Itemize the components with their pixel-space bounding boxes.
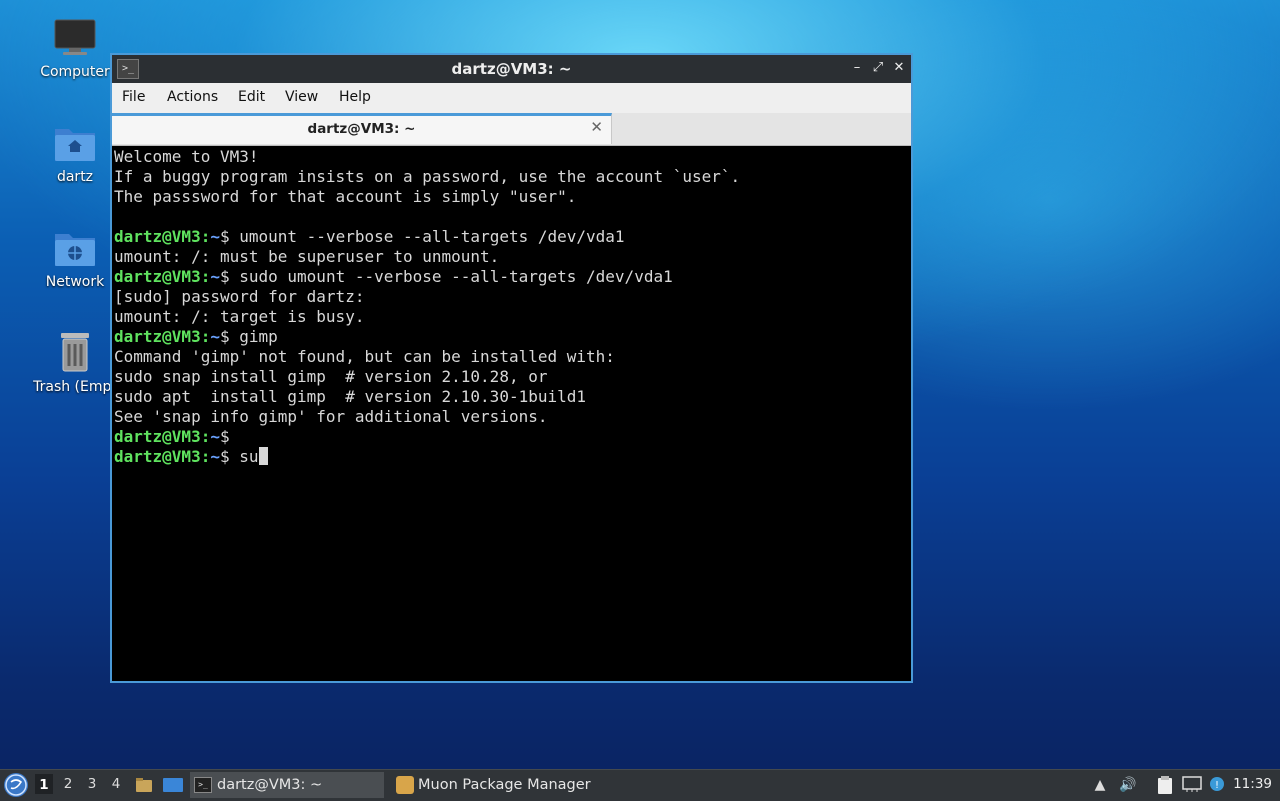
minimize-button[interactable]: –: [848, 59, 866, 77]
window-titlebar[interactable]: >_ dartz@VM3: ~ – ⤢ ✕: [112, 55, 911, 83]
prompt-path: ~: [210, 267, 220, 286]
clock: 11:39: [1233, 776, 1272, 792]
prompt-path: ~: [210, 327, 220, 346]
terminal-line: The passsword for that account is simply…: [114, 187, 577, 206]
terminal-line: dartz@VM3:~$ gimp: [114, 327, 278, 346]
prompt-symbol: $: [219, 327, 230, 346]
prompt-user: dartz@VM3:: [114, 427, 211, 446]
menu-file[interactable]: File: [122, 89, 145, 105]
package-manager-icon: [396, 776, 414, 794]
tab-bar: dartz@VM3: ~ ✕: [112, 113, 911, 146]
terminal-line: dartz@VM3:~$ su: [114, 447, 268, 466]
terminal-line: Welcome to VM3!: [114, 147, 259, 166]
desktop-icon-label: Network: [45, 274, 105, 290]
prompt-user: dartz@VM3:: [114, 327, 211, 346]
menu-actions[interactable]: Actions: [167, 89, 218, 105]
network-folder-icon: [55, 234, 95, 266]
tray-expand-icon[interactable]: ▲: [1090, 775, 1110, 795]
prompt-user: dartz@VM3:: [114, 267, 211, 286]
desktop-icon-label: Computer: [40, 64, 110, 80]
terminal-line: umount: /: must be superuser to unmount.: [114, 247, 500, 266]
prompt-user: dartz@VM3:: [114, 447, 211, 466]
terminal-icon: >_: [194, 777, 212, 793]
command-text: umount --verbose --all-targets /dev/vda1: [229, 227, 625, 246]
terminal-line: dartz@VM3:~$ umount --verbose --all-targ…: [114, 227, 625, 246]
terminal-window[interactable]: >_ dartz@VM3: ~ – ⤢ ✕ File Actions Edit …: [110, 53, 913, 683]
terminal-line: dartz@VM3:~$ sudo umount --verbose --all…: [114, 267, 673, 286]
task-muon[interactable]: Muon Package Manager: [392, 772, 602, 798]
terminal-line: [sudo] password for dartz:: [114, 287, 365, 306]
command-text: gimp: [229, 327, 278, 346]
task-label: dartz@VM3: ~: [217, 777, 323, 793]
start-menu-button[interactable]: [4, 773, 28, 797]
terminal-line: sudo apt install gimp # version 2.10.30-…: [114, 387, 587, 406]
close-button[interactable]: ✕: [890, 59, 908, 77]
terminal-area[interactable]: Welcome to VM3! If a buggy program insis…: [114, 147, 909, 679]
svg-text:!: !: [1215, 780, 1219, 791]
trash-icon: [61, 333, 89, 372]
prompt-symbol: $: [219, 227, 230, 246]
tab-label: dartz@VM3: ~: [307, 121, 416, 137]
workspace-4[interactable]: 4: [107, 776, 125, 792]
desktop-icon-computer[interactable]: Computer: [27, 18, 123, 80]
prompt-path: ~: [210, 227, 220, 246]
desktop-icon-label: Trash (Empt: [33, 379, 117, 395]
desktop-icon-network[interactable]: Network: [27, 228, 123, 290]
menubar: File Actions Edit View Help: [112, 83, 911, 113]
terminal-line: See 'snap info gimp' for additional vers…: [114, 407, 548, 426]
monitor-icon: [54, 19, 96, 55]
clipboard-icon[interactable]: [1155, 775, 1175, 795]
home-folder-icon: [55, 129, 95, 161]
terminal-line: If a buggy program insists on a password…: [114, 167, 741, 186]
window-title: dartz@VM3: ~: [451, 60, 572, 78]
prompt-user: dartz@VM3:: [114, 227, 211, 246]
desktop-icon-trash[interactable]: Trash (Empt: [27, 331, 123, 395]
text-cursor: [258, 447, 268, 465]
workspace-1[interactable]: 1: [35, 774, 53, 794]
prompt-symbol: $: [219, 267, 230, 286]
desktop-icon-home[interactable]: dartz: [27, 123, 123, 185]
taskbar: 1 2 3 4 >_ dartz@VM3: ~ Muon Package Man…: [0, 769, 1280, 801]
task-label: Muon Package Manager: [418, 777, 591, 793]
terminal-line: Command 'gimp' not found, but can be ins…: [114, 347, 615, 366]
desktop-icon-label: dartz: [56, 169, 94, 185]
terminal-line: dartz@VM3:~$: [114, 427, 230, 446]
workspace-2[interactable]: 2: [59, 776, 77, 792]
volume-icon[interactable]: 🔊: [1118, 775, 1138, 795]
task-terminal[interactable]: >_ dartz@VM3: ~: [190, 772, 384, 798]
command-input[interactable]: su: [230, 447, 258, 466]
maximize-button[interactable]: ⤢: [869, 59, 887, 77]
terminal-line: sudo snap install gimp # version 2.10.28…: [114, 367, 548, 386]
update-notifier-icon[interactable]: !: [1207, 775, 1227, 795]
menu-view[interactable]: View: [285, 89, 318, 105]
menu-help[interactable]: Help: [339, 89, 371, 105]
workspace-3[interactable]: 3: [83, 776, 101, 792]
prompt-path: ~: [210, 447, 220, 466]
prompt-symbol: $: [219, 447, 230, 466]
network-status-icon[interactable]: [1182, 775, 1202, 795]
prompt-path: ~: [210, 427, 220, 446]
lubuntu-logo-icon: [5, 774, 27, 796]
terminal-output: Welcome to VM3! If a buggy program insis…: [114, 147, 740, 467]
terminal-line: umount: /: target is busy.: [114, 307, 365, 326]
tab-terminal[interactable]: dartz@VM3: ~ ✕: [112, 113, 612, 144]
menu-edit[interactable]: Edit: [238, 89, 265, 105]
file-manager-launcher-icon[interactable]: [134, 775, 154, 795]
tab-close-icon[interactable]: ✕: [590, 118, 603, 136]
prompt-symbol: $: [219, 427, 230, 446]
command-text: sudo umount --verbose --all-targets /dev…: [229, 267, 673, 286]
show-desktop-icon[interactable]: [162, 775, 183, 795]
